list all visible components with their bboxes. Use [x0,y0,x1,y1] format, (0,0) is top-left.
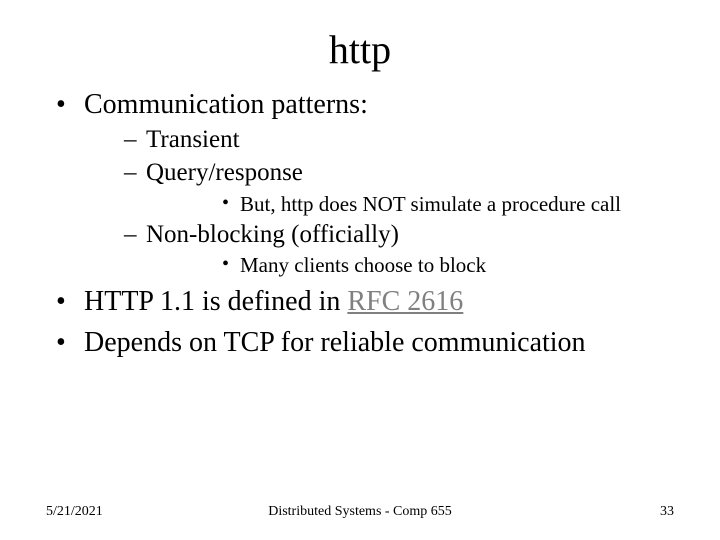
sub-text: Non-blocking (officially) [146,221,399,248]
sub-item: Query/response But, http does NOT simula… [84,157,674,217]
sub-text: Query/response [146,159,303,186]
rfc-link[interactable]: RFC 2616 [347,286,463,317]
sub-item: Non-blocking (officially) Many clients c… [84,219,674,279]
footer-date: 5/21/2021 [46,504,103,520]
sub-list: Transient Query/response But, http does … [84,124,674,278]
slide-footer: 5/21/2021 Distributed Systems - Comp 655… [0,504,720,520]
subsub-list: But, http does NOT simulate a procedure … [146,191,674,217]
bullet-text: Communication patterns: [84,89,368,120]
bullet-text-prefix: HTTP 1.1 is defined in [84,286,347,317]
bullet-list: Communication patterns: Transient Query/… [46,87,674,360]
sub-item: Transient [84,124,674,155]
subsub-text: But, http does NOT simulate a procedure … [240,192,621,216]
bullet-text: Depends on TCP for reliable communicatio… [84,327,586,358]
subsub-list: Many clients choose to block [146,252,674,278]
bullet-item: Depends on TCP for reliable communicatio… [46,325,674,360]
subsub-item: But, http does NOT simulate a procedure … [146,191,674,217]
slide-content: Communication patterns: Transient Query/… [0,87,720,360]
bullet-item: HTTP 1.1 is defined in RFC 2616 [46,284,674,319]
subsub-item: Many clients choose to block [146,252,674,278]
footer-page: 33 [660,504,674,520]
sub-text: Transient [146,126,240,153]
bullet-item: Communication patterns: Transient Query/… [46,87,674,278]
subsub-text: Many clients choose to block [240,253,486,277]
slide: http Communication patterns: Transient Q… [0,0,720,540]
slide-title: http [0,0,720,81]
footer-course: Distributed Systems - Comp 655 [0,504,720,520]
